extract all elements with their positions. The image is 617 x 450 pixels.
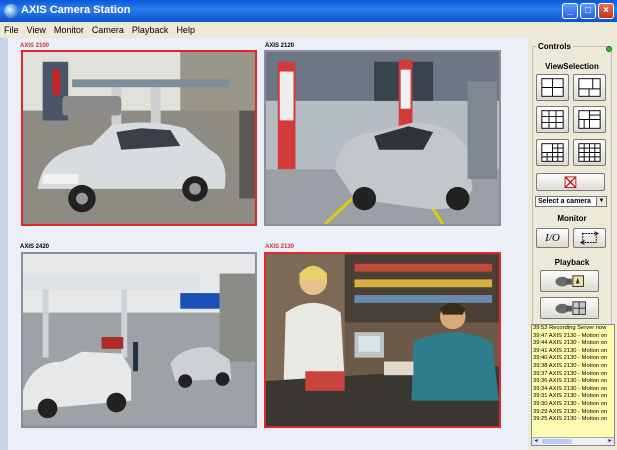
log-line: 39:53 Recording Server now [533,325,607,331]
monitor-label: Monitor [557,214,587,223]
menu-bar: File View Monitor Camera Playback Help [0,22,617,38]
log-line: 39:34 AXIS 2130 - Motion on [533,385,608,392]
menu-view[interactable]: View [23,22,50,35]
layout-1plus5-icon [578,110,601,129]
io-label: I/O [545,232,560,244]
layout-1plus7-button[interactable] [536,139,569,166]
menu-playback[interactable]: Playback [128,22,173,35]
layout-3x3-button[interactable] [536,106,569,133]
layout-3x3-icon [541,110,564,129]
status-indicator-icon [606,46,612,52]
left-border [0,38,8,450]
camera-image-4 [266,254,499,426]
control-panel: Controls ViewSelection Select a camera ▼ [528,38,617,450]
playback-label: Playback [554,258,590,267]
layout-4x4-button[interactable] [573,139,606,166]
app-window: AXIS Camera Station _ □ × File View Monito… [0,0,617,450]
event-log[interactable]: 39:53 Recording Server now 39:47 AXIS 21… [531,324,615,446]
chevron-down-icon[interactable]: ▼ [596,197,606,206]
camera-feed-4[interactable] [264,252,501,428]
log-scrollbar[interactable]: ◂ ▸ [532,437,614,445]
camera-label: AXIS 2130 [265,244,295,250]
maximize-icon[interactable]: □ [580,3,596,19]
menu-help[interactable]: Help [172,22,199,35]
close-icon[interactable]: × [598,3,614,19]
log-line: 39:38 AXIS 2130 - Motion on [533,362,608,369]
layout-2x2-button[interactable] [536,74,569,101]
io-button[interactable]: I/O [536,228,569,248]
log-line: 39:30 AXIS 2130 - Motion on [533,400,608,407]
sequence-button[interactable] [573,228,606,248]
layout-1plus7-icon [541,143,564,162]
window-title: AXIS Camera Station [21,4,131,16]
camera-label: AXIS 2120 [265,43,295,49]
camera-view-area: AXIS 2100 AXIS 2120 AXIS 2420 AXIS 2130 [8,38,528,450]
layout-2x2-icon [541,78,564,97]
playback-grid-icon [555,301,586,315]
layout-1plus3-icon [578,78,601,97]
minimize-icon[interactable]: _ [562,3,578,19]
playback-camera-button[interactable] [540,270,599,292]
scroll-right-icon[interactable]: ▸ [606,438,614,445]
log-line: 39:37 AXIS 2130 - Motion on [533,370,608,377]
playback-camera-icon [555,275,584,287]
log-line: 39:40 AXIS 2130 - Motion on [533,355,608,362]
title-bar: AXIS Camera Station _ □ × [0,0,617,22]
camera-label: AXIS 2100 [20,43,50,49]
log-line: 39:31 AXIS 2130 - Motion on [533,393,608,400]
camera-feed-3[interactable] [21,252,257,428]
log-line: 39:25 AXIS 2130 - Motion on [533,416,608,423]
camera-select-value: Select a camera [538,198,591,205]
delete-view-icon [564,176,577,189]
camera-image-1 [23,52,255,224]
layout-1plus5-button[interactable] [573,106,606,133]
controls-title: Controls [536,42,573,51]
camera-feed-2[interactable] [264,50,501,226]
playback-grid-button[interactable] [540,297,599,319]
log-line: 39:41 AXIS 2130 - Motion on [533,347,608,354]
scroll-left-icon[interactable]: ◂ [532,438,540,445]
scroll-thumb[interactable] [542,439,572,444]
log-line: 39:29 AXIS 2130 - Motion on [533,408,608,415]
delete-view-button[interactable] [536,173,605,191]
menu-monitor[interactable]: Monitor [50,22,88,35]
log-line: 39:36 AXIS 2130 - Motion on [533,378,608,385]
camera-feed-1[interactable] [21,50,257,226]
view-selection-label: ViewSelection [545,62,599,71]
layout-1plus3-button[interactable] [573,74,606,101]
camera-label: AXIS 2420 [20,244,50,250]
log-line: 39:44 AXIS 2130 - Motion on [533,340,608,347]
log-line: 39:47 AXIS 2130 - Motion on [533,332,608,339]
camera-image-3 [23,254,255,426]
menu-file[interactable]: File [0,22,23,35]
layout-4x4-icon [578,143,601,162]
camera-select[interactable]: Select a camera ▼ [535,196,607,207]
camera-image-2 [266,52,499,224]
menu-camera[interactable]: Camera [88,22,128,35]
sequence-icon [579,231,600,245]
app-icon [4,4,18,18]
